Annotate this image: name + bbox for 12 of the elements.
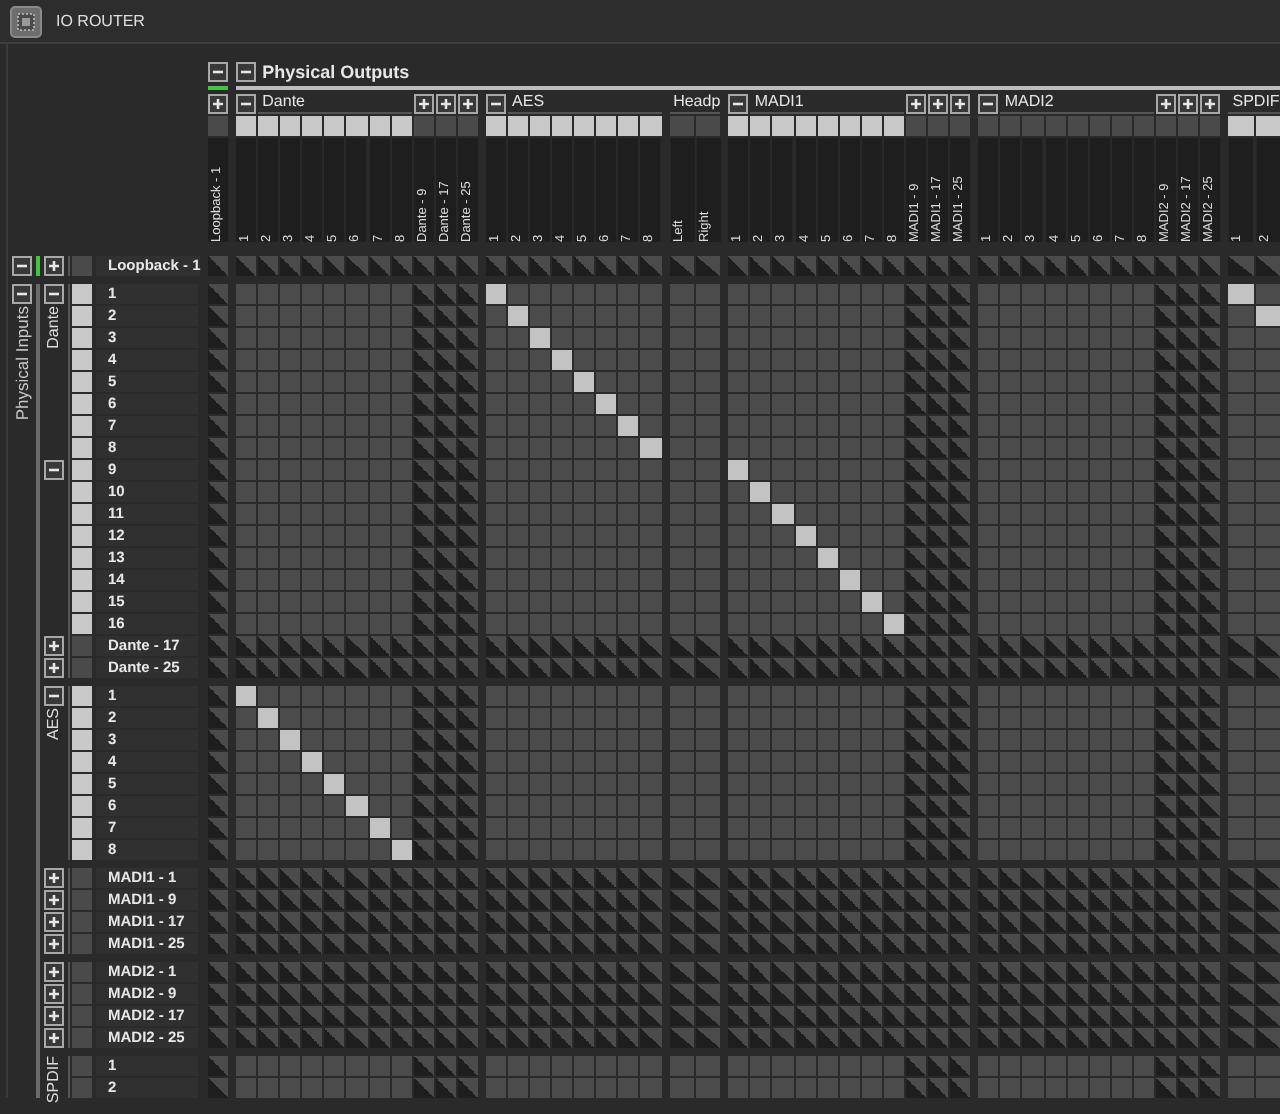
- group-label: Dante: [258, 92, 412, 114]
- window-title: IO ROUTER: [56, 12, 145, 30]
- group-label: AES: [508, 92, 662, 114]
- group-label: SPDIF: [42, 1056, 64, 1104]
- group-label: Headp: [669, 92, 721, 114]
- group-label: MADI1: [750, 92, 904, 114]
- group-label: Dante: [42, 306, 64, 349]
- section-title: Physical Inputs: [10, 306, 34, 421]
- group-label: MADI2: [1000, 92, 1154, 114]
- group-label: SPDIF: [1228, 92, 1280, 114]
- section-title: Physical Outputs: [260, 60, 412, 84]
- group-label: AES: [42, 708, 64, 741]
